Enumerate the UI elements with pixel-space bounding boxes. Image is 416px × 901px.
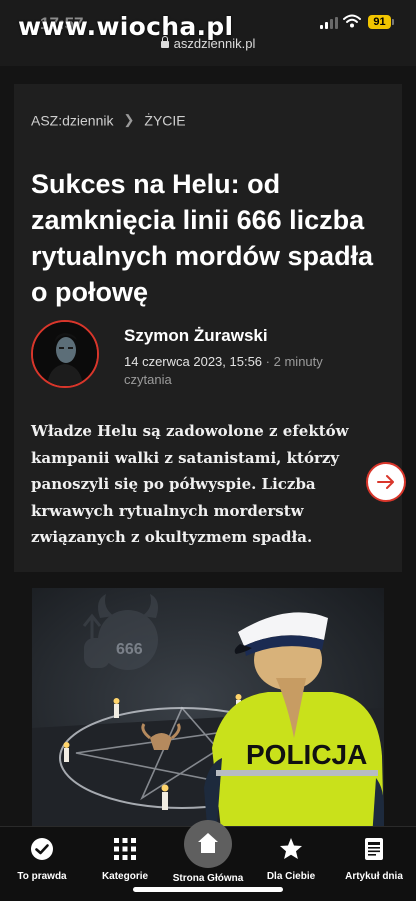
battery-indicator: 91: [368, 15, 391, 29]
article-meta: 14 czerwca 2023, 15:56 · 2 minuty czytan…: [124, 353, 364, 389]
article-title: Sukces na Helu: od zamknięcia linii 666 …: [31, 169, 374, 307]
author-avatar[interactable]: [31, 320, 99, 388]
home-indicator-bar[interactable]: [133, 887, 283, 892]
address-url: aszdziennik.pl: [173, 36, 256, 51]
article-photo: 666 POLICJA: [32, 588, 384, 838]
vest-text: POLICJA: [246, 739, 367, 770]
lock-icon: [160, 36, 169, 48]
star-icon: [280, 838, 302, 859]
next-article-button[interactable]: [366, 462, 406, 502]
nav-label-kategorie: Kategorie: [101, 871, 149, 882]
home-icon: [198, 833, 218, 853]
grid-icon: [114, 838, 136, 860]
chevron-right-icon: ❯: [123, 112, 135, 128]
nav-label-artykul-dnia: Artykuł dnia: [345, 871, 403, 882]
article-image: 666 POLICJA: [32, 588, 384, 838]
author-portrait-icon: [33, 322, 97, 386]
breadcrumb: ASZ:dziennik ❯ ŻYCIE: [31, 111, 186, 128]
home-button[interactable]: [184, 820, 232, 868]
publish-date: 14 czerwca 2023, 15:56: [124, 354, 263, 369]
breadcrumb-site-link[interactable]: ASZ:dziennik: [31, 112, 113, 128]
check-circle-icon: [31, 838, 53, 860]
image-badge-text: 666: [116, 641, 143, 658]
breadcrumb-section-link[interactable]: ŻYCIE: [144, 112, 185, 128]
battery-nub: [392, 19, 394, 25]
arrow-right-icon: [377, 475, 394, 489]
status-bar: 17:57 www.wiocha.pl 91 aszdziennik.pl: [0, 0, 416, 66]
author-name-link[interactable]: Szymon Żurawski: [124, 326, 268, 346]
nav-label-strona-glowna: Strona Główna: [172, 873, 244, 884]
address-bar[interactable]: aszdziennik.pl: [0, 36, 416, 51]
wifi-icon: [343, 14, 361, 28]
cellular-signal-icon: [320, 17, 338, 29]
article-lead: Władze Helu są zadowolone z efektów kamp…: [31, 422, 349, 546]
newspaper-icon: [365, 838, 383, 860]
nav-label-dla-ciebie: Dla Ciebie: [266, 871, 316, 882]
meta-separator: ·: [265, 354, 271, 369]
nav-label-to-prawda: To prawda: [17, 871, 67, 882]
